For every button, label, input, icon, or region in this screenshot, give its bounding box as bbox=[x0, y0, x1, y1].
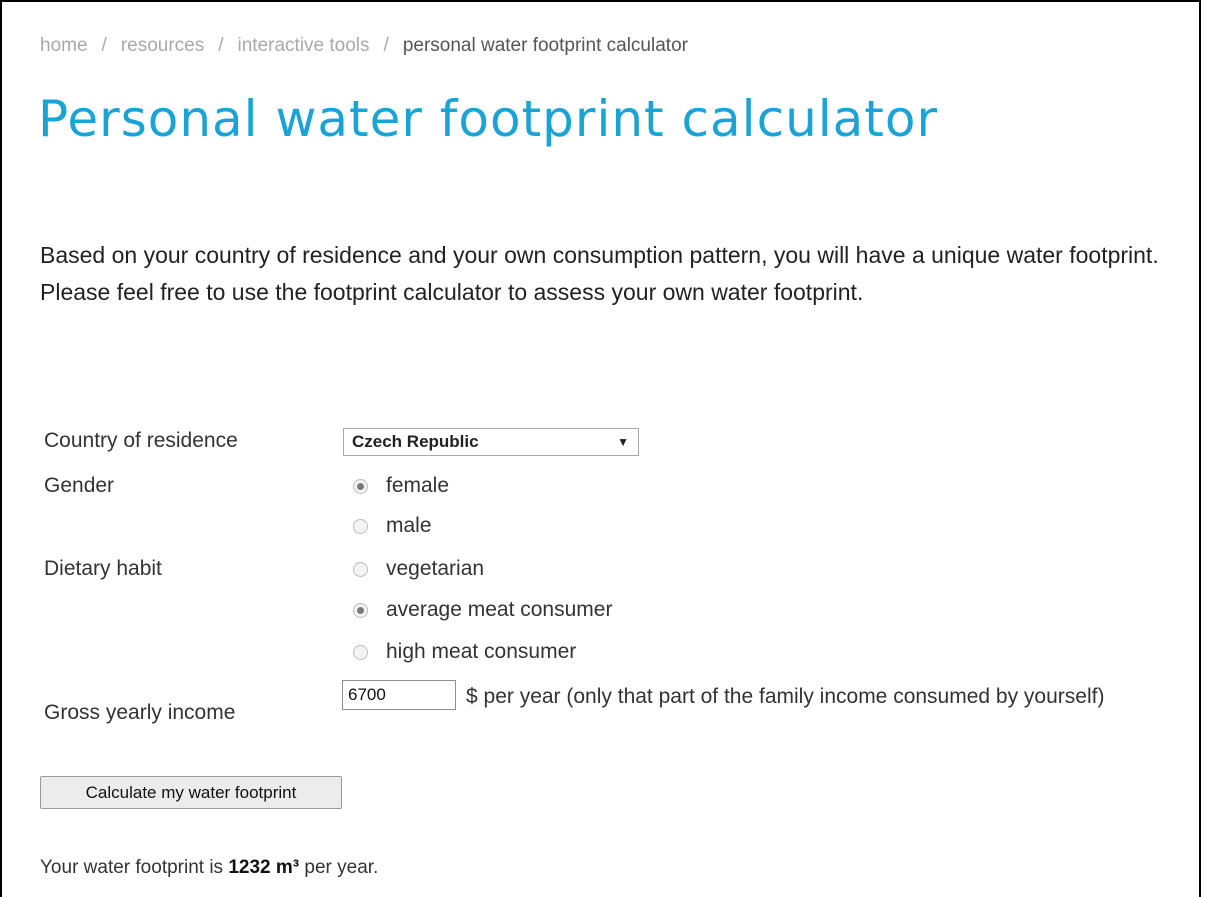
gender-label: Gender bbox=[44, 474, 115, 497]
result-value: 1232 m³ bbox=[228, 857, 300, 878]
country-select[interactable]: Czech Republic ▼ bbox=[343, 428, 639, 456]
diet-option-high-meat[interactable]: high meat consumer bbox=[353, 640, 576, 664]
chevron-down-icon: ▼ bbox=[617, 435, 629, 449]
result-prefix: Your water footprint is bbox=[40, 857, 224, 878]
result-suffix: per year. bbox=[304, 857, 379, 878]
income-note: $ per year (only that part of the family… bbox=[466, 685, 1105, 708]
diet-label: Dietary habit bbox=[44, 557, 162, 580]
calculate-button[interactable]: Calculate my water footprint bbox=[40, 776, 342, 809]
income-input[interactable]: 6700 bbox=[342, 680, 456, 710]
radio-high-meat[interactable] bbox=[353, 644, 368, 660]
breadcrumb: home / resources / interactive tools / persona… bbox=[40, 35, 688, 57]
radio-average-meat[interactable] bbox=[353, 602, 368, 618]
radio-male[interactable] bbox=[353, 518, 368, 534]
breadcrumb-separator: / bbox=[383, 35, 389, 56]
diet-option-label: high meat consumer bbox=[386, 640, 577, 663]
country-label: Country of residence bbox=[44, 429, 238, 452]
breadcrumb-separator: / bbox=[218, 35, 224, 56]
breadcrumb-current: personal water footprint calculator bbox=[402, 35, 688, 56]
diet-option-vegetarian[interactable]: vegetarian bbox=[353, 557, 484, 581]
gender-option-label: male bbox=[386, 514, 432, 537]
page-title: Personal water footprint calculator bbox=[38, 90, 939, 148]
diet-option-label: vegetarian bbox=[386, 557, 485, 580]
breadcrumb-interactive-tools[interactable]: interactive tools bbox=[238, 35, 370, 56]
breadcrumb-resources[interactable]: resources bbox=[121, 35, 204, 56]
diet-option-average-meat[interactable]: average meat consumer bbox=[353, 598, 612, 622]
breadcrumb-separator: / bbox=[101, 35, 107, 56]
breadcrumb-home[interactable]: home bbox=[40, 35, 88, 56]
radio-female[interactable] bbox=[353, 478, 368, 494]
gender-option-male[interactable]: male bbox=[353, 514, 432, 538]
intro-text: Based on your country of residence and y… bbox=[40, 242, 1159, 305]
gender-option-label: female bbox=[386, 474, 450, 497]
result-text: Your water footprint is 1232 m³ per year… bbox=[40, 857, 378, 879]
income-label: Gross yearly income bbox=[44, 701, 236, 724]
country-selected-value: Czech Republic bbox=[352, 432, 479, 451]
radio-vegetarian[interactable] bbox=[353, 561, 368, 577]
gender-option-female[interactable]: female bbox=[353, 474, 449, 498]
diet-option-label: average meat consumer bbox=[386, 598, 613, 621]
